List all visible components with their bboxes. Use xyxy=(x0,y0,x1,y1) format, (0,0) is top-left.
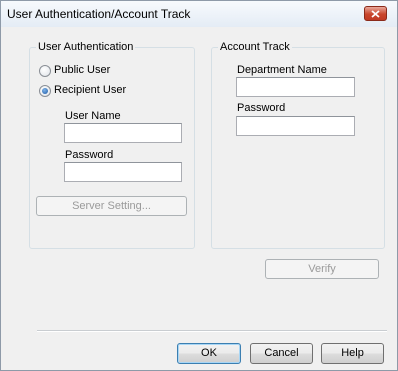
close-button[interactable] xyxy=(364,6,387,21)
department-name-label: Department Name xyxy=(237,64,327,76)
footer-separator xyxy=(37,330,387,332)
window-title: User Authentication/Account Track xyxy=(7,7,191,21)
username-input[interactable] xyxy=(64,123,182,143)
recipient-user-label[interactable]: Recipient User xyxy=(54,84,126,96)
user-auth-legend: User Authentication xyxy=(38,41,134,53)
auth-dialog: User Authentication/Account Track User A… xyxy=(0,0,398,371)
ok-button[interactable]: OK xyxy=(177,343,241,364)
recipient-user-radio[interactable] xyxy=(39,85,51,97)
account-password-label: Password xyxy=(237,102,286,114)
public-user-label[interactable]: Public User xyxy=(54,64,110,76)
password-label: Password xyxy=(65,149,114,161)
title-bar: User Authentication/Account Track xyxy=(1,1,397,27)
cancel-button[interactable]: Cancel xyxy=(250,343,313,364)
server-setting-button[interactable]: Server Setting... xyxy=(36,196,187,216)
verify-button[interactable]: Verify xyxy=(265,259,379,279)
help-button[interactable]: Help xyxy=(321,343,384,364)
department-name-input[interactable] xyxy=(236,77,355,97)
account-password-input[interactable] xyxy=(236,116,355,136)
username-label: User Name xyxy=(65,110,121,122)
password-input[interactable] xyxy=(64,162,182,182)
close-icon xyxy=(371,10,380,18)
account-track-legend: Account Track xyxy=(220,41,290,53)
public-user-radio[interactable] xyxy=(39,65,51,77)
